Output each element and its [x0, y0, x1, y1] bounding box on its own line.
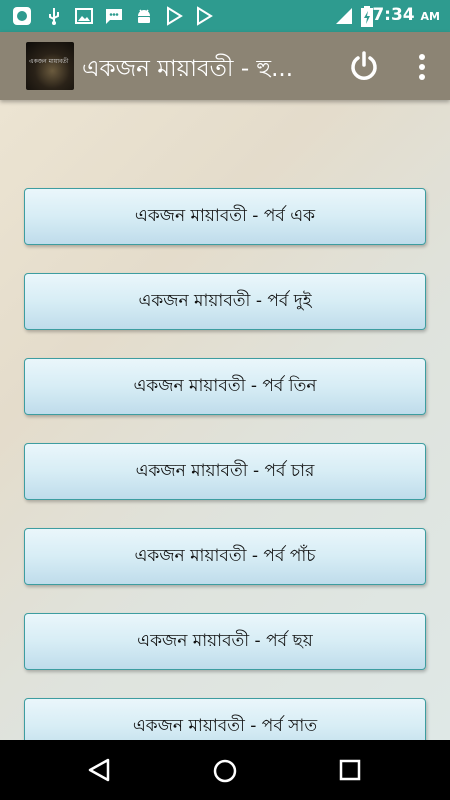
part-7-button[interactable]: একজন মায়াবতী - পর্ব সাত — [24, 698, 426, 740]
navigation-bar — [0, 740, 450, 800]
power-button[interactable] — [348, 50, 380, 82]
home-icon[interactable] — [212, 758, 238, 784]
app-notification-icon — [12, 6, 32, 26]
overflow-menu-button[interactable] — [410, 52, 434, 82]
power-icon — [351, 51, 377, 80]
status-clock: 7:34 AM — [372, 5, 440, 25]
android-icon — [134, 6, 154, 26]
message-icon — [104, 6, 124, 26]
part-4-button[interactable]: একজন মায়াবতী - পর্ব চার — [24, 443, 426, 500]
play-store-icon — [164, 6, 184, 26]
app-bar: একজন মায়াবতী একজন মায়াবতী - হু... — [0, 32, 450, 100]
recents-icon[interactable] — [339, 759, 361, 781]
part-3-button[interactable]: একজন মায়াবতী - পর্ব তিন — [24, 358, 426, 415]
back-icon[interactable] — [86, 758, 112, 782]
status-bar: 7:34 AM — [0, 0, 450, 32]
image-icon — [74, 6, 94, 26]
app-logo-text: একজন মায়াবতী — [29, 58, 69, 65]
part-6-button[interactable]: একজন মায়াবতী - পর্ব ছয় — [24, 613, 426, 670]
play-store-icon — [194, 6, 214, 26]
signal-icon — [334, 6, 354, 26]
overflow-menu-icon — [419, 54, 425, 80]
part-5-button[interactable]: একজন মায়াবতী - পর্ব পাঁচ — [24, 528, 426, 585]
app-logo: একজন মায়াবতী — [26, 42, 74, 90]
parts-list: একজন মায়াবতী - পর্ব এক একজন মায়াবতী - … — [0, 100, 450, 740]
usb-icon — [44, 6, 64, 26]
app-title: একজন মায়াবতী - হু... — [82, 56, 294, 82]
part-1-button[interactable]: একজন মায়াবতী - পর্ব এক — [24, 188, 426, 245]
part-2-button[interactable]: একজন মায়াবতী - পর্ব দুই — [24, 273, 426, 330]
